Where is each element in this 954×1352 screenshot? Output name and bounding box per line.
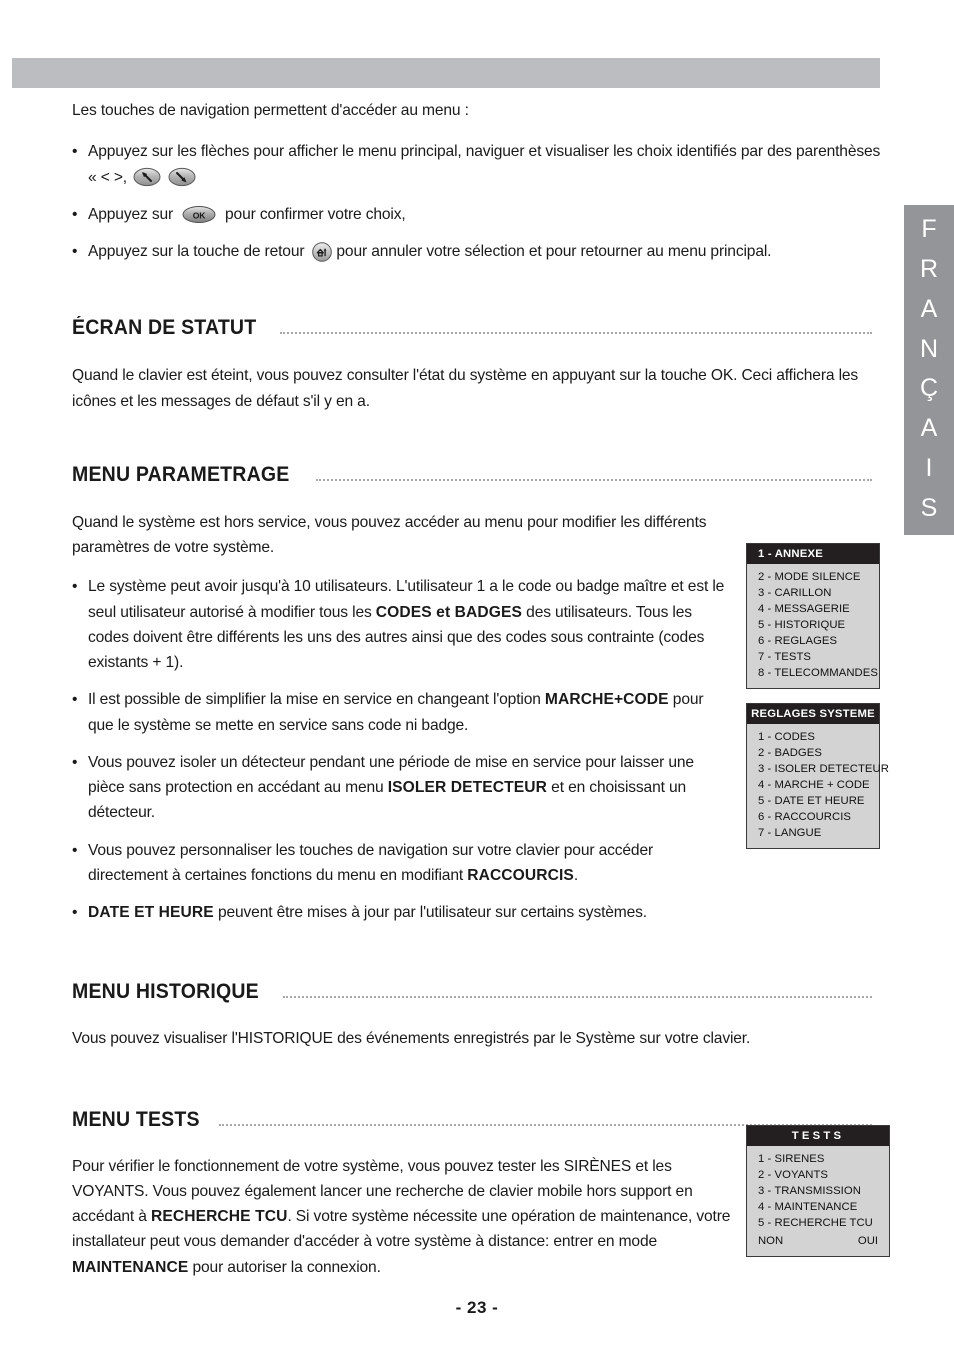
- parametrage-bullet-list: Le système peut avoir jusqu'à 10 utilisa…: [72, 574, 732, 925]
- lcd-menu-item: 3 - CARILLON: [758, 587, 832, 600]
- list-item: Appuyez sur OK pour confirmer votre choix,: [72, 202, 888, 228]
- lcd-menu-list: 1 - CODES 2 - BADGES 3 - ISOLER DETECTEU…: [747, 724, 889, 841]
- lcd-menu-item: 5 - RECHERCHE TCU: [758, 1217, 873, 1230]
- paragraph-text: pour autoriser la connexion.: [188, 1258, 381, 1276]
- section-paragraph-menu-parametrage: Quand le système est hors service, vous …: [72, 513, 707, 556]
- language-letter: R: [919, 254, 939, 283]
- emphasized-term: MAINTENANCE: [72, 1258, 189, 1276]
- list-item: Vous pouvez isoler un détecteur pendant …: [72, 750, 732, 826]
- language-letter: S: [920, 493, 938, 522]
- arrow-up-left-key-icon: [133, 167, 161, 187]
- list-item: Il est possible de simplifier la mise en…: [72, 687, 732, 738]
- emphasized-term: ISOLER DETECTEUR: [387, 779, 547, 796]
- lcd-menu-item: 3 - ISOLER DETECTEUR: [758, 763, 889, 776]
- bullet-text: Appuyez sur les flèches pour afficher le…: [88, 143, 881, 186]
- bullet-text: peuvent être mises à jour par l'utilisat…: [213, 904, 647, 921]
- bullet-text: .: [573, 866, 579, 884]
- lcd-menu-item: 5 - DATE ET HEURE: [758, 795, 865, 808]
- section-heading-ecran-de-statut: ÉCRAN DE STATUT: [72, 316, 872, 340]
- language-tab-francais: F R A N Ç A I S: [904, 205, 954, 535]
- lcd-menu-item: 4 - MAINTENANCE: [758, 1201, 858, 1214]
- list-item: Le système peut avoir jusqu'à 10 utilisa…: [72, 574, 732, 675]
- lcd-menu-item: 4 - MESSAGERIE: [758, 603, 850, 616]
- header-accent-bar: [12, 58, 880, 88]
- bullet-text: pour annuler votre sélection et pour ret…: [336, 243, 772, 260]
- lcd-menu-item: 4 - MARCHE + CODE: [758, 779, 870, 792]
- lcd-menu-list: 1 - SIRENES 2 - VOYANTS 3 - TRANSMISSION…: [747, 1146, 889, 1231]
- emphasized-term: MARCHE+CODE: [544, 691, 669, 709]
- lcd-menu-item: 6 - RACCOURCIS: [758, 811, 851, 824]
- lcd-softkey-yes: OUI: [857, 1235, 878, 1248]
- language-letter: N: [919, 334, 939, 363]
- ok-key-icon: OK: [182, 205, 216, 224]
- lcd-screen-annexe: 1 - ANNEXE 2 - MODE SILENCE 3 - CARILLON…: [746, 543, 880, 690]
- lcd-menu-item: 7 - TESTS: [758, 651, 811, 664]
- lcd-menu-item: 1 - CODES: [758, 731, 815, 744]
- lcd-menu-item: 5 - HISTORIQUE: [758, 619, 846, 632]
- return-key-icon: [311, 241, 333, 263]
- lcd-menu-item: 2 - BADGES: [758, 747, 822, 760]
- section-title: ÉCRAN DE STATUT: [72, 316, 257, 340]
- section-title: MENU PARAMETRAGE: [72, 462, 290, 486]
- section-heading-menu-parametrage: MENU PARAMETRAGE: [72, 463, 872, 487]
- bullet-text: pour confirmer votre choix,: [225, 205, 406, 223]
- list-item: DATE ET HEURE peuvent être mises à jour …: [72, 900, 732, 926]
- heading-leader-line: [315, 478, 872, 481]
- section-title: MENU TESTS: [72, 1107, 200, 1131]
- bullet-text: Appuyez sur: [88, 205, 174, 223]
- section-paragraph-ecran-de-statut: Quand le clavier est éteint, vous pouvez…: [72, 367, 859, 410]
- intro-bullet-list: Appuyez sur les flèches pour afficher le…: [72, 139, 880, 264]
- heading-leader-line: [282, 995, 872, 999]
- language-letter: A: [920, 414, 938, 443]
- lcd-softkey-row: NON OUI: [747, 1231, 889, 1249]
- list-item: Appuyez sur les flèches pour afficher le…: [72, 139, 888, 190]
- lcd-header: 1 - ANNEXE: [747, 544, 879, 565]
- arrow-down-right-key-icon: [168, 167, 196, 187]
- lcd-menu-item: 7 - LANGUE: [758, 827, 822, 840]
- intro-lead: Les touches de navigation permettent d'a…: [72, 102, 469, 119]
- section-paragraph-menu-tests: Pour vérifier le fonctionnement de votre…: [72, 1154, 732, 1280]
- language-letter: F: [921, 215, 937, 243]
- language-letter: A: [920, 294, 938, 323]
- language-letter: Ç: [919, 374, 939, 403]
- emphasized-term: RECHERCHE TCU: [150, 1208, 288, 1225]
- lcd-screen-tests: TESTS 1 - SIRENES 2 - VOYANTS 3 - TRANSM…: [746, 1125, 890, 1258]
- lcd-menu-item: 2 - VOYANTS: [758, 1169, 829, 1182]
- language-letter: I: [925, 454, 933, 483]
- lcd-header: REGLAGES SYSTEME: [747, 704, 879, 725]
- lcd-menu-item: 3 - TRANSMISSION: [758, 1185, 861, 1198]
- bullet-text: Il est possible de simplifier la mise en…: [88, 691, 545, 709]
- svg-text:OK: OK: [193, 211, 207, 221]
- page-number: - 23 -: [455, 1298, 499, 1317]
- section-heading-menu-historique: MENU HISTORIQUE: [72, 980, 872, 1004]
- list-item: Appuyez sur la touche de retour pour annu…: [72, 239, 888, 265]
- lcd-menu-list: 2 - MODE SILENCE 3 - CARILLON 4 - MESSAG…: [747, 564, 879, 681]
- lcd-menu-item: 1 - SIRENES: [758, 1153, 825, 1166]
- list-item: Vous pouvez personnaliser les touches de…: [72, 838, 732, 889]
- lcd-menu-item: 6 - REGLAGES: [758, 635, 838, 648]
- lcd-menu-item: 2 - MODE SILENCE: [758, 571, 861, 584]
- lcd-menu-item: 8 - TELECOMMANDES: [758, 667, 878, 680]
- lcd-screen-reglages-systeme: REGLAGES SYSTEME 1 - CODES 2 - BADGES 3 …: [746, 703, 889, 850]
- emphasized-term: RACCOURCIS: [467, 866, 574, 884]
- section-paragraph-menu-historique: Vous pouvez visualiser l'HISTORIQUE des …: [72, 1030, 751, 1048]
- section-title: MENU HISTORIQUE: [72, 980, 259, 1004]
- lcd-header: TESTS: [747, 1126, 889, 1147]
- emphasized-term: DATE ET HEURE: [88, 904, 214, 921]
- lcd-softkey-no: NON: [758, 1235, 784, 1248]
- bullet-text: Appuyez sur la touche de retour: [88, 243, 305, 260]
- emphasized-term: CODES et BADGES: [375, 603, 522, 621]
- heading-leader-line: [280, 331, 872, 335]
